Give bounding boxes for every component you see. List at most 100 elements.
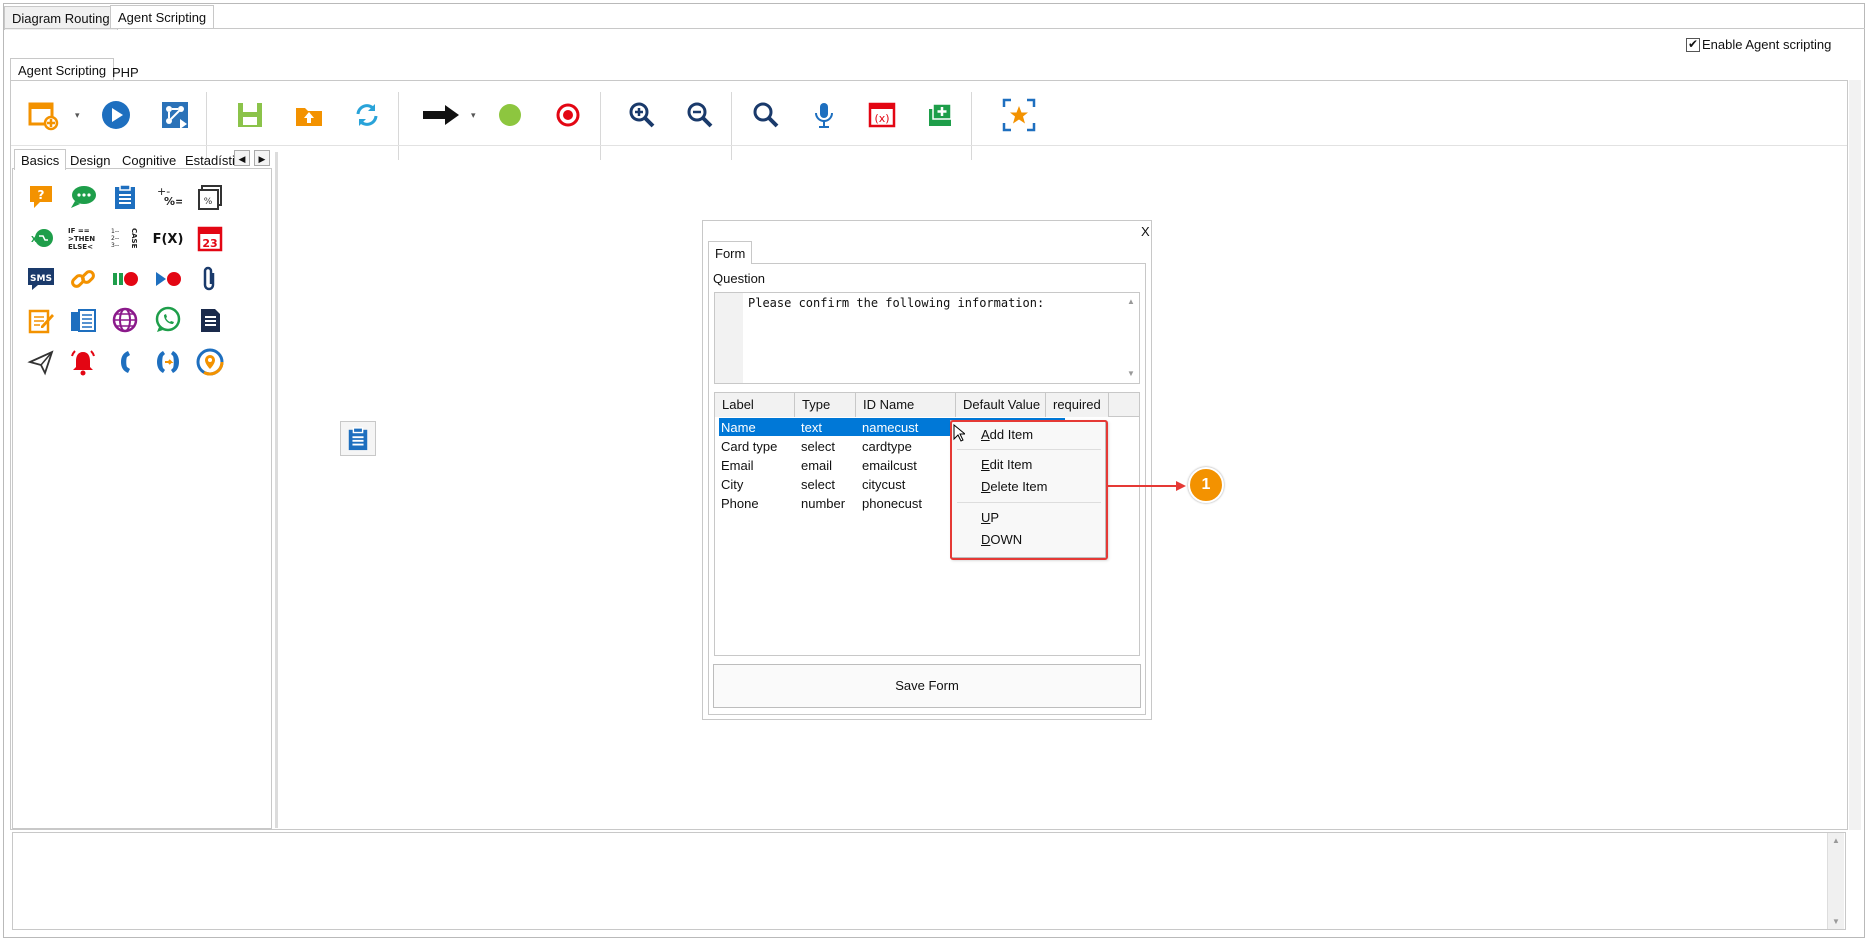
right-scrollbar[interactable] [1849, 80, 1861, 830]
start-node-icon[interactable] [490, 95, 530, 135]
table-cell[interactable]: emailcust [862, 458, 917, 473]
col-id-name[interactable]: ID Name [856, 393, 956, 417]
scroll-down-icon[interactable]: ▼ [1127, 369, 1135, 378]
table-cell[interactable]: phonecust [862, 496, 922, 511]
svg-text:F(X): F(X) [153, 232, 184, 247]
zoom-in-icon[interactable] [622, 95, 662, 135]
table-cell: Name [721, 420, 756, 435]
calendar-icon[interactable]: 23 [193, 221, 227, 255]
palette-scroll-right-icon[interactable]: ▶ [254, 150, 270, 166]
attachment-icon[interactable] [193, 262, 227, 296]
line-gutter [715, 293, 743, 383]
table-cell[interactable]: select [801, 439, 835, 454]
flow-diagram-icon[interactable] [155, 95, 195, 135]
table-cell[interactable]: citycust [862, 477, 905, 492]
function-icon[interactable]: F(X) [151, 221, 185, 255]
document-icon[interactable] [193, 303, 227, 337]
variables-icon[interactable]: (x) [862, 95, 902, 135]
tab-agent-scripting[interactable]: Agent Scripting [110, 5, 215, 29]
zoom-out-icon[interactable] [680, 95, 720, 135]
fax-icon[interactable] [66, 303, 100, 337]
palette-scroll-left-icon[interactable]: ◀ [234, 150, 250, 166]
svg-text:CASE: CASE [130, 228, 138, 249]
open-folder-icon[interactable] [289, 95, 329, 135]
if-then-else-icon[interactable]: IF == >THEN ELSE< [66, 221, 100, 255]
transfer-call-icon[interactable] [151, 345, 185, 379]
scroll-down-icon[interactable]: ▼ [1832, 917, 1840, 926]
phone-icon[interactable] [108, 345, 142, 379]
case-icon[interactable]: 1-- 2-- 3-- CASE [108, 221, 142, 255]
globe-icon[interactable] [108, 303, 142, 337]
arrow-connector-icon[interactable] [418, 95, 464, 135]
output-console[interactable]: ▲ ▼ [12, 832, 1846, 930]
subtab-agent-scripting[interactable]: Agent Scripting [10, 58, 115, 82]
refresh-icon[interactable] [347, 95, 387, 135]
save-form-button[interactable]: Save Form [713, 664, 1141, 708]
record-play-icon[interactable] [151, 262, 185, 296]
palette-tab-design[interactable]: Design [70, 153, 110, 168]
palette-tab-estadisticas[interactable]: Estadísti [185, 153, 235, 168]
search-icon[interactable] [746, 95, 786, 135]
svg-text:3--: 3-- [111, 242, 119, 249]
table-cell[interactable]: number [801, 496, 845, 511]
scroll-up-icon[interactable]: ▲ [1832, 836, 1840, 845]
form-close-button[interactable]: X [1141, 224, 1150, 239]
callout-badge: 1 [1188, 467, 1224, 503]
svg-text:(x): (x) [874, 112, 889, 125]
panel-splitter[interactable] [275, 152, 278, 828]
send-icon[interactable] [24, 345, 58, 379]
palette-tab-basics[interactable]: Basics [14, 149, 67, 170]
console-scrollbar[interactable]: ▲ ▼ [1827, 833, 1844, 929]
connector-dropdown-arrow-icon[interactable]: ▾ [471, 110, 476, 121]
enable-scripting-label: Enable Agent scripting [1702, 37, 1832, 52]
svg-text:?: ? [38, 188, 45, 202]
message-icon[interactable] [66, 180, 100, 214]
col-default-value[interactable]: Default Value [956, 393, 1046, 417]
table-cell[interactable]: Card type [721, 439, 777, 454]
end-node-icon[interactable] [548, 95, 588, 135]
palette-tab-cognitive[interactable]: Cognitive [122, 153, 176, 168]
web-service-icon[interactable]: X [24, 221, 58, 255]
enable-scripting-checkbox[interactable]: ✔ [1686, 38, 1700, 52]
canvas-form-node[interactable] [340, 421, 376, 456]
mouse-cursor-icon [953, 423, 967, 445]
table-cell[interactable]: select [801, 477, 835, 492]
svg-text:IF ==: IF == [68, 227, 90, 235]
tab-diagram-routing[interactable]: Diagram Routing [4, 6, 118, 30]
save-icon[interactable] [230, 95, 270, 135]
form-tab[interactable]: Form [708, 241, 753, 264]
table-cell[interactable]: Email [721, 458, 754, 473]
clipboard-icon[interactable] [108, 180, 142, 214]
alarm-bell-icon[interactable] [66, 345, 100, 379]
table-cell[interactable]: email [801, 458, 832, 473]
new-dropdown-arrow-icon[interactable]: ▾ [75, 110, 80, 121]
image-icon[interactable]: % [193, 180, 227, 214]
whatsapp-icon[interactable] [151, 303, 185, 337]
location-icon[interactable] [193, 345, 227, 379]
note-edit-icon[interactable] [24, 303, 58, 337]
microphone-icon[interactable] [804, 95, 844, 135]
fit-screen-icon[interactable] [999, 95, 1039, 135]
col-type[interactable]: Type [795, 393, 856, 417]
question-textarea[interactable]: Please confirm the following information… [714, 292, 1140, 384]
table-cell[interactable]: cardtype [862, 439, 912, 454]
toolbar-separator [971, 92, 972, 160]
question-scrollbar[interactable]: ▲ ▼ [1124, 293, 1139, 383]
clipboard-icon [348, 426, 368, 450]
scroll-up-icon[interactable]: ▲ [1127, 297, 1135, 306]
table-cell[interactable]: City [721, 477, 743, 492]
add-folder-icon[interactable] [920, 95, 960, 135]
new-diagram-icon[interactable] [23, 95, 63, 135]
svg-text:1--: 1-- [111, 228, 119, 235]
record-pause-icon[interactable] [108, 262, 142, 296]
question-icon[interactable]: ? [24, 180, 58, 214]
calculator-icon[interactable]: +- %= [151, 180, 185, 214]
play-icon[interactable] [96, 95, 136, 135]
col-label[interactable]: Label [715, 393, 795, 417]
table-cell[interactable]: Phone [721, 496, 759, 511]
svg-text:>THEN: >THEN [68, 235, 95, 243]
callout-arrow [1108, 480, 1188, 495]
link-icon[interactable] [66, 262, 100, 296]
col-required[interactable]: required [1046, 393, 1109, 417]
sms-icon[interactable]: SMS [24, 262, 58, 296]
